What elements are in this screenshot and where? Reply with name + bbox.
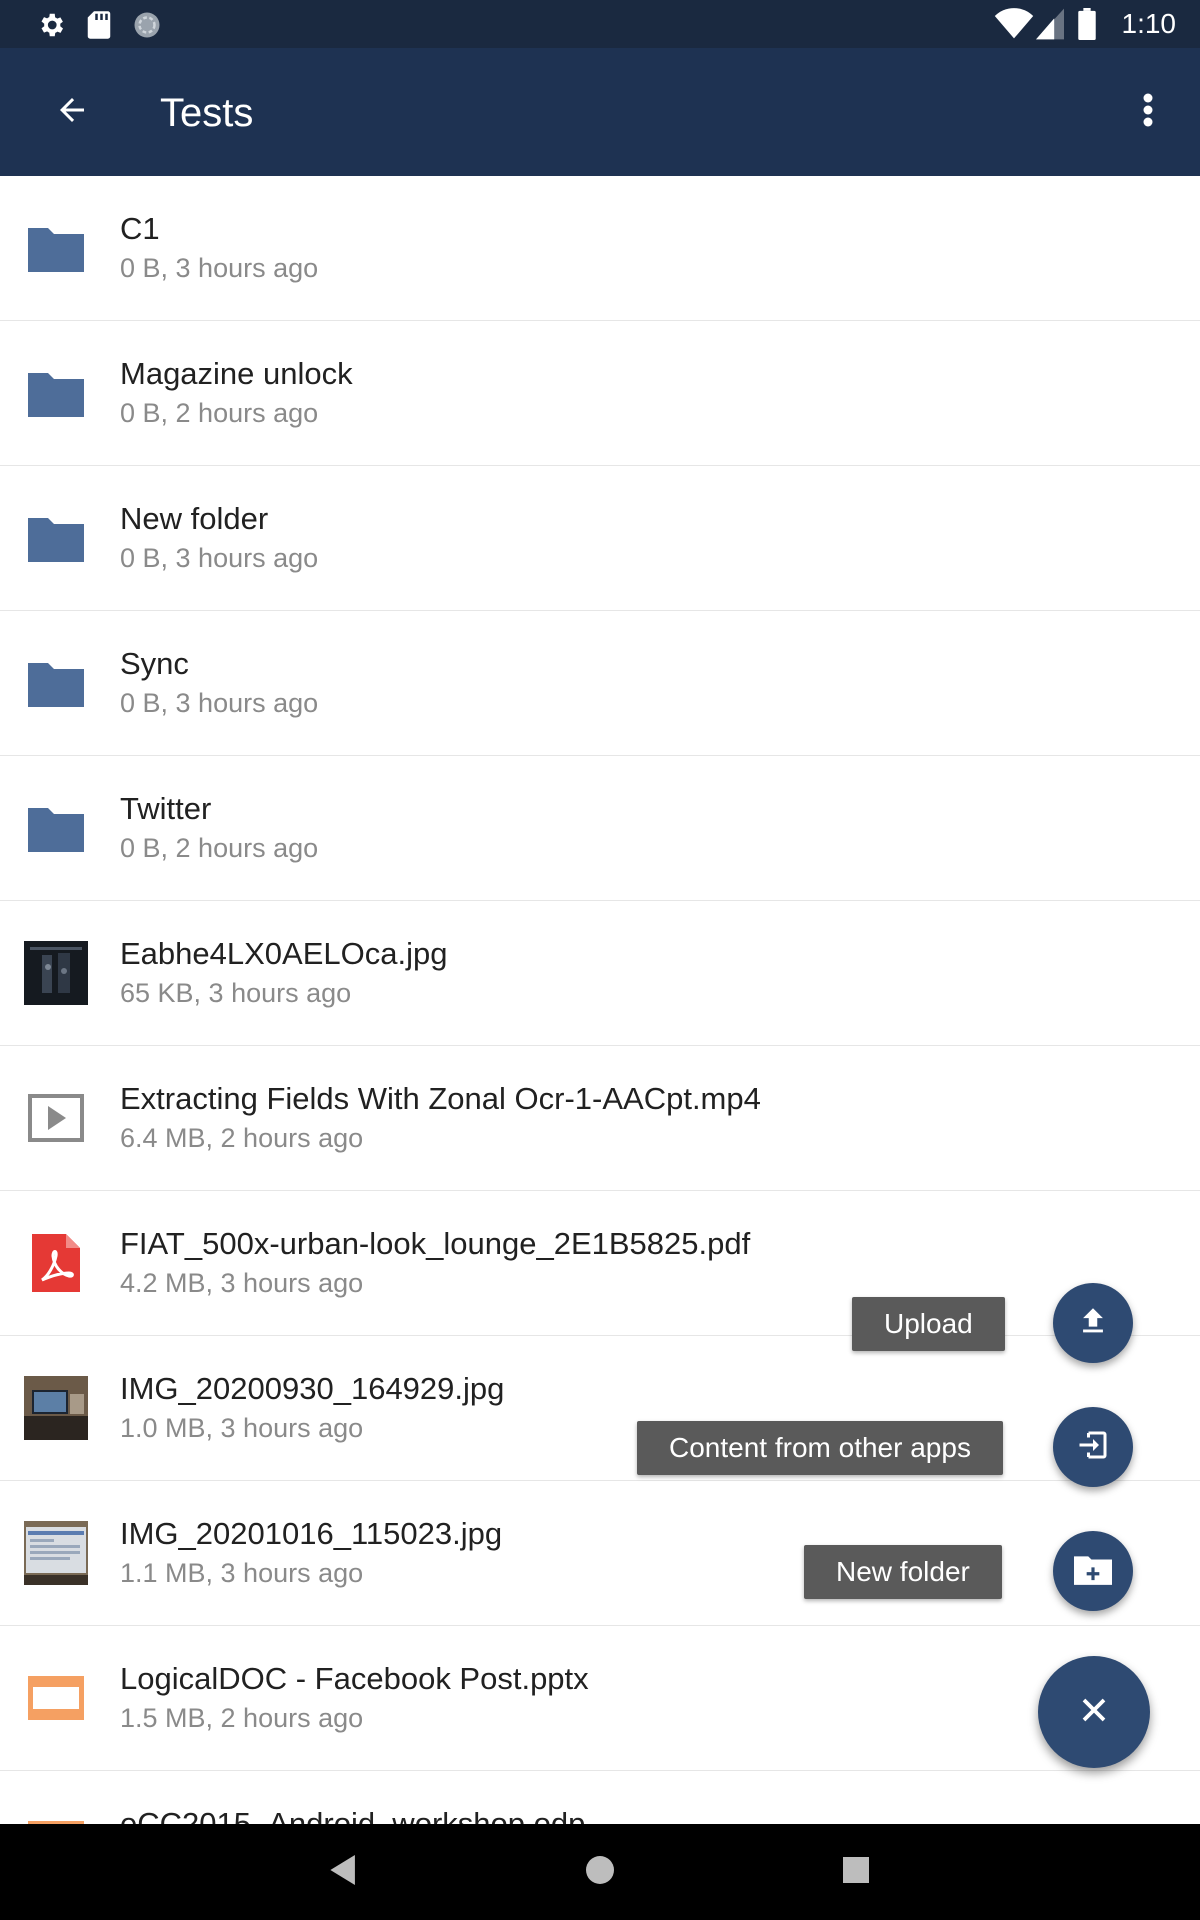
pdf-file-icon [24,1231,88,1295]
list-item-file[interactable]: eCC2015_Android_workshop.odp [0,1771,1200,1824]
list-item-folder[interactable]: Magazine unlock 0 B, 2 hours ago [0,321,1200,466]
list-item-file[interactable]: Extracting Fields With Zonal Ocr-1-AACpt… [0,1046,1200,1191]
list-item-file[interactable]: IMG_20201016_115023.jpg 1.1 MB, 3 hours … [0,1481,1200,1626]
file-name: Sync [120,646,189,681]
file-meta: 6.4 MB, 2 hours ago [120,1123,364,1153]
create-folder-icon [1074,1553,1112,1590]
folder-icon [24,361,88,425]
file-name: eCC2015_Android_workshop.odp [120,1806,586,1824]
file-meta: 1.0 MB, 3 hours ago [120,1413,364,1443]
content-from-other-apps-label[interactable]: Content from other apps [637,1421,1003,1475]
new-folder-button[interactable] [1053,1531,1133,1611]
upload-label[interactable]: Upload [852,1297,1005,1351]
list-item-file[interactable]: FIAT_500x-urban-look_lounge_2E1B5825.pdf… [0,1191,1200,1336]
file-meta: 4.2 MB, 3 hours ago [120,1268,364,1298]
folder-icon [24,651,88,715]
list-item-file[interactable]: Eabhe4LX0AELOca.jpg 65 KB, 3 hours ago [0,901,1200,1046]
image-thumbnail [24,1521,88,1585]
presentation-file-icon [24,1666,88,1730]
overflow-menu-button[interactable] [1120,84,1176,140]
file-meta: 0 B, 3 hours ago [120,688,319,718]
file-name: Extracting Fields With Zonal Ocr-1-AACpt… [120,1081,761,1116]
file-meta: 0 B, 3 hours ago [120,253,319,283]
file-name: LogicalDOC - Facebook Post.pptx [120,1661,589,1696]
status-bar: 1:10 [0,0,1200,48]
app-bar: Tests [0,48,1200,176]
file-name: IMG_20201016_115023.jpg [120,1516,503,1551]
list-item-file[interactable]: IMG_20200930_164929.jpg 1.0 MB, 3 hours … [0,1336,1200,1481]
file-name: C1 [120,211,160,246]
file-meta: 1.1 MB, 3 hours ago [120,1558,364,1588]
back-button[interactable] [40,84,104,140]
more-vert-icon [1142,92,1154,133]
file-meta: 0 B, 2 hours ago [120,833,319,863]
close-fab-button[interactable] [1038,1656,1150,1768]
file-meta: 0 B, 3 hours ago [120,543,319,573]
status-time: 1:10 [1121,8,1177,39]
nav-home-icon [586,1855,614,1889]
arrow-back-icon [54,92,90,133]
sd-card-icon [86,10,112,45]
import-icon [1075,1427,1111,1468]
nav-back-icon [330,1854,358,1890]
file-list: C1 0 B, 3 hours ago Magazine unlock 0 B,… [0,176,1200,1824]
settings-icon [36,10,66,45]
nav-home-button[interactable] [572,1844,628,1900]
file-name: FIAT_500x-urban-look_lounge_2E1B5825.pdf [120,1226,751,1261]
file-meta: 0 B, 2 hours ago [120,398,319,428]
list-item-folder[interactable]: New folder 0 B, 3 hours ago [0,466,1200,611]
battery-icon [1078,8,1096,45]
new-folder-label[interactable]: New folder [804,1545,1002,1599]
file-name: Magazine unlock [120,356,353,391]
list-item-folder[interactable]: C1 0 B, 3 hours ago [0,176,1200,321]
folder-icon [24,796,88,860]
content-from-other-apps-button[interactable] [1053,1407,1133,1487]
system-nav-bar [0,1824,1200,1920]
video-file-icon [24,1086,88,1150]
upload-button[interactable] [1053,1283,1133,1363]
file-name: New folder [120,501,269,536]
folder-icon [24,216,88,280]
file-name: Eabhe4LX0AELOca.jpg [120,936,448,971]
close-icon [1079,1695,1109,1730]
file-meta: 1.5 MB, 2 hours ago [120,1703,364,1733]
list-item-file[interactable]: LogicalDOC - Facebook Post.pptx 1.5 MB, … [0,1626,1200,1771]
file-name: Twitter [120,791,212,826]
list-item-folder[interactable]: Twitter 0 B, 2 hours ago [0,756,1200,901]
presentation-file-icon [24,1811,88,1824]
folder-icon [24,506,88,570]
file-meta: 65 KB, 3 hours ago [120,978,352,1008]
image-thumbnail [24,1376,88,1440]
sync-circle-icon [132,10,162,45]
image-thumbnail [24,941,88,1005]
page-title: Tests [160,91,254,135]
file-name: IMG_20200930_164929.jpg [120,1371,505,1406]
nav-recents-button[interactable] [828,1844,884,1900]
nav-back-button[interactable] [316,1844,372,1900]
wifi-icon [994,8,1034,45]
list-item-folder[interactable]: Sync 0 B, 3 hours ago [0,611,1200,756]
nav-recents-icon [843,1856,869,1888]
cell-signal-icon [1036,8,1064,45]
upload-icon [1076,1304,1110,1343]
